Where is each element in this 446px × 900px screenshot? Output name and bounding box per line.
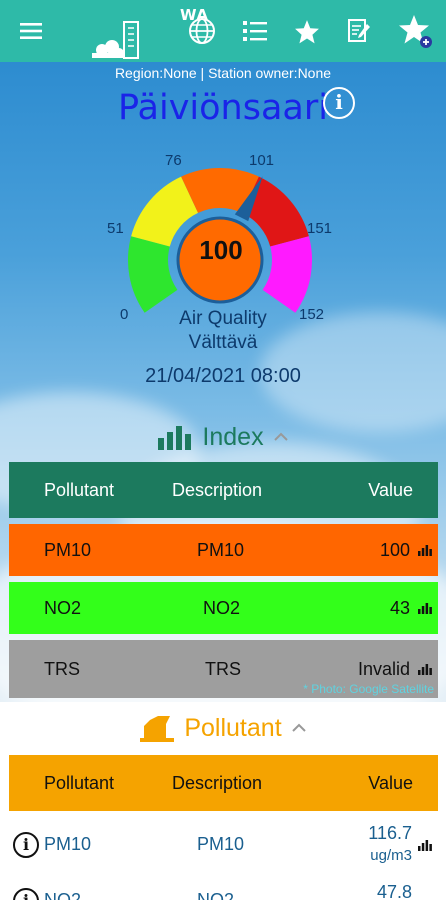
pollutant-section-header[interactable]: Pollutant <box>0 710 446 746</box>
bar-chart-icon <box>158 426 192 450</box>
star-icon[interactable] <box>292 0 322 62</box>
gauge-tick-51: 51 <box>107 220 124 237</box>
column-header-value: Value <box>368 479 413 500</box>
row-pollutant: PM10 <box>44 834 92 854</box>
pollutant-section-title: Pollutant <box>184 713 282 742</box>
row-description: PM10 <box>197 834 245 854</box>
history-chart-icon[interactable] <box>418 598 432 619</box>
gauge-tick-151: 151 <box>307 220 333 237</box>
index-section-header[interactable]: Index <box>0 420 446 454</box>
station-name: Päiviönsaari <box>118 88 328 128</box>
air-quality-caption: Air Quality <box>179 308 267 329</box>
column-header-value: Value <box>368 772 413 793</box>
air-quality-status: Välttävä <box>188 332 258 353</box>
collapse-chevron-icon[interactable] <box>273 428 288 446</box>
column-header-description: Description <box>172 772 263 793</box>
history-chart-icon[interactable] <box>418 659 432 680</box>
index-section-title: Index <box>202 422 264 451</box>
row-pollutant: TRS <box>44 658 80 679</box>
gauge-segment <box>262 236 312 313</box>
menu-icon[interactable] <box>14 0 48 62</box>
pollutant-table-header: Pollutant Description Value <box>9 755 438 811</box>
table-row[interactable]: PM10 PM10 100 <box>9 524 438 576</box>
top-toolbar: WA <box>0 0 446 62</box>
list-icon[interactable] <box>240 0 270 62</box>
row-value: 116.7 <box>368 823 412 843</box>
station-title: Päiviönsaari <box>0 88 446 128</box>
info-icon[interactable]: i <box>13 832 39 858</box>
row-pollutant: NO2 <box>44 597 82 618</box>
row-unit: ug/m3 <box>370 847 412 864</box>
column-header-pollutant: Pollutant <box>44 479 115 500</box>
gauge-segment <box>127 236 178 313</box>
row-description: PM10 <box>197 539 245 560</box>
index-table-header: Pollutant Description Value <box>9 462 438 518</box>
row-value: 100 <box>379 539 410 560</box>
row-pollutant: PM10 <box>44 539 92 560</box>
row-description: TRS <box>205 658 241 679</box>
gauge-value: 100 <box>199 235 243 265</box>
history-chart-icon[interactable] <box>418 540 432 561</box>
row-value: Invalid <box>357 658 410 679</box>
factory-icon <box>140 716 175 742</box>
photo-credit: * Photo: Google Satellite <box>303 682 434 696</box>
edit-icon[interactable] <box>344 0 374 62</box>
info-icon[interactable]: i <box>13 888 39 900</box>
table-row[interactable]: i PM10 PM10 116.7 ug/m3 <box>0 818 446 872</box>
gauge-tick-101: 101 <box>249 152 275 169</box>
region-owner-line: Region:None | Station owner:None <box>114 65 332 81</box>
table-row[interactable]: NO2 NO2 43 <box>9 582 438 634</box>
collapse-chevron-icon[interactable] <box>291 719 306 737</box>
row-description: NO2 <box>197 890 235 900</box>
globe-icon[interactable] <box>186 0 218 62</box>
app-logo: WA <box>88 0 208 62</box>
station-info-icon[interactable]: i <box>323 87 355 119</box>
column-header-pollutant: Pollutant <box>44 772 115 793</box>
measurement-timestamp: 21/04/2021 08:00 <box>145 365 301 387</box>
gauge-tick-76: 76 <box>165 152 182 169</box>
row-value: 43 <box>389 597 410 618</box>
index-table: Pollutant Description Value PM10 PM10 10… <box>9 462 438 700</box>
row-description: NO2 <box>203 597 241 618</box>
table-row[interactable]: i NO2 NO2 47.8 <box>0 876 446 900</box>
row-pollutant: NO2 <box>44 890 82 900</box>
star-plus-icon[interactable] <box>396 0 436 62</box>
history-chart-icon[interactable] <box>418 838 432 856</box>
column-header-description: Description <box>172 479 263 500</box>
row-value: 47.8 <box>376 882 412 900</box>
